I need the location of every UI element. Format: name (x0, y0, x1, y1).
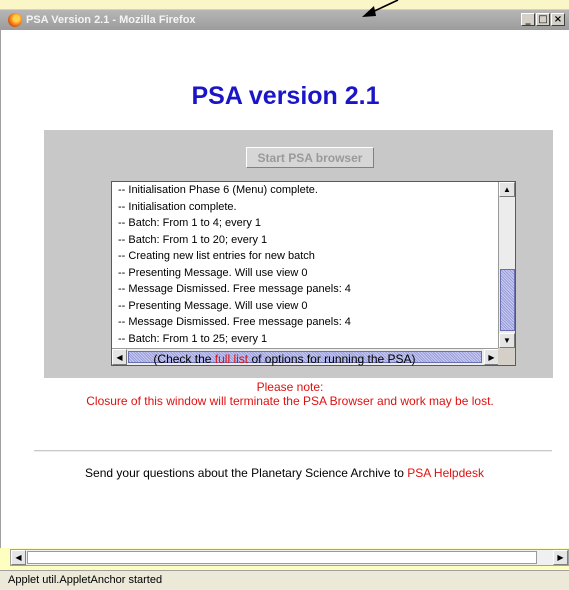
page-title: PSA version 2.1 (191, 82, 380, 110)
scroll-down-icon[interactable]: ▼ (499, 333, 515, 348)
page-scroll-right-icon[interactable]: ▶ (553, 550, 568, 565)
note-body: Closure of this window will terminate th… (86, 394, 494, 408)
log-line: -- Message Dismissed. Free message panel… (118, 316, 351, 328)
psa-helpdesk-link[interactable]: PSA Helpdesk (407, 466, 484, 480)
options-hint: (Check the full list of options for runn… (0, 352, 569, 366)
note-heading: Please note: (256, 380, 324, 394)
questions-text: Send your questions about the Planetary … (85, 466, 408, 480)
page-horizontal-scroll-thumb[interactable] (27, 551, 537, 564)
questions-line: Send your questions about the Planetary … (0, 466, 569, 480)
minimize-button[interactable]: _ (521, 13, 535, 26)
full-list-link[interactable]: full list (215, 352, 248, 366)
log-text-area[interactable]: -- Initialisation Phase 6 (Menu) complet… (111, 181, 516, 366)
log-line: -- Initialisation Phase 6 (Menu) complet… (118, 184, 318, 196)
status-bar: Applet util.AppletAnchor started (0, 570, 569, 590)
closure-warning: Please note: Closure of this window will… (30, 380, 550, 408)
applet-panel: Start PSA browser -- Initialisation Phas… (44, 130, 553, 378)
page-horizontal-scrollbar[interactable]: ◀ ▶ (10, 549, 569, 566)
window-title: PSA Version 2.1 - Mozilla Firefox (26, 14, 196, 26)
window-titlebar[interactable]: PSA Version 2.1 - Mozilla Firefox _ □ × (0, 10, 569, 30)
background-page-strip (0, 0, 569, 10)
log-line: -- Message Dismissed. Free message panel… (118, 283, 351, 295)
log-line: -- Creating new list entries for new bat… (118, 250, 315, 262)
close-button[interactable]: × (551, 13, 565, 26)
log-vertical-scrollbar[interactable]: ▲ ▼ (498, 182, 515, 348)
scroll-up-icon[interactable]: ▲ (499, 182, 515, 197)
options-hint-suffix: of options for running the PSA) (248, 352, 416, 366)
maximize-button[interactable]: □ (536, 13, 550, 26)
log-line: -- Batch: From 1 to 25; every 1 (118, 332, 268, 345)
status-text: Applet util.AppletAnchor started (8, 574, 163, 586)
firefox-icon (8, 13, 22, 27)
log-lines: -- Initialisation Phase 6 (Menu) complet… (112, 182, 499, 348)
log-line: -- Presenting Message. Will use view 0 (118, 266, 308, 279)
page-scroll-left-icon[interactable]: ◀ (11, 550, 26, 565)
log-line: -- Initialisation complete. (118, 200, 237, 213)
log-line: -- Batch: From 1 to 4; every 1 (118, 217, 262, 229)
options-hint-prefix: (Check the (153, 352, 215, 366)
log-line: -- Batch: From 1 to 20; every 1 (118, 233, 268, 246)
start-psa-browser-button[interactable]: Start PSA browser (246, 147, 374, 168)
horizontal-divider (34, 450, 552, 452)
log-vertical-scroll-thumb[interactable] (500, 269, 515, 331)
log-line: -- Presenting Message. Will use view 0 (118, 299, 308, 312)
window-controls: _ □ × (521, 13, 565, 26)
